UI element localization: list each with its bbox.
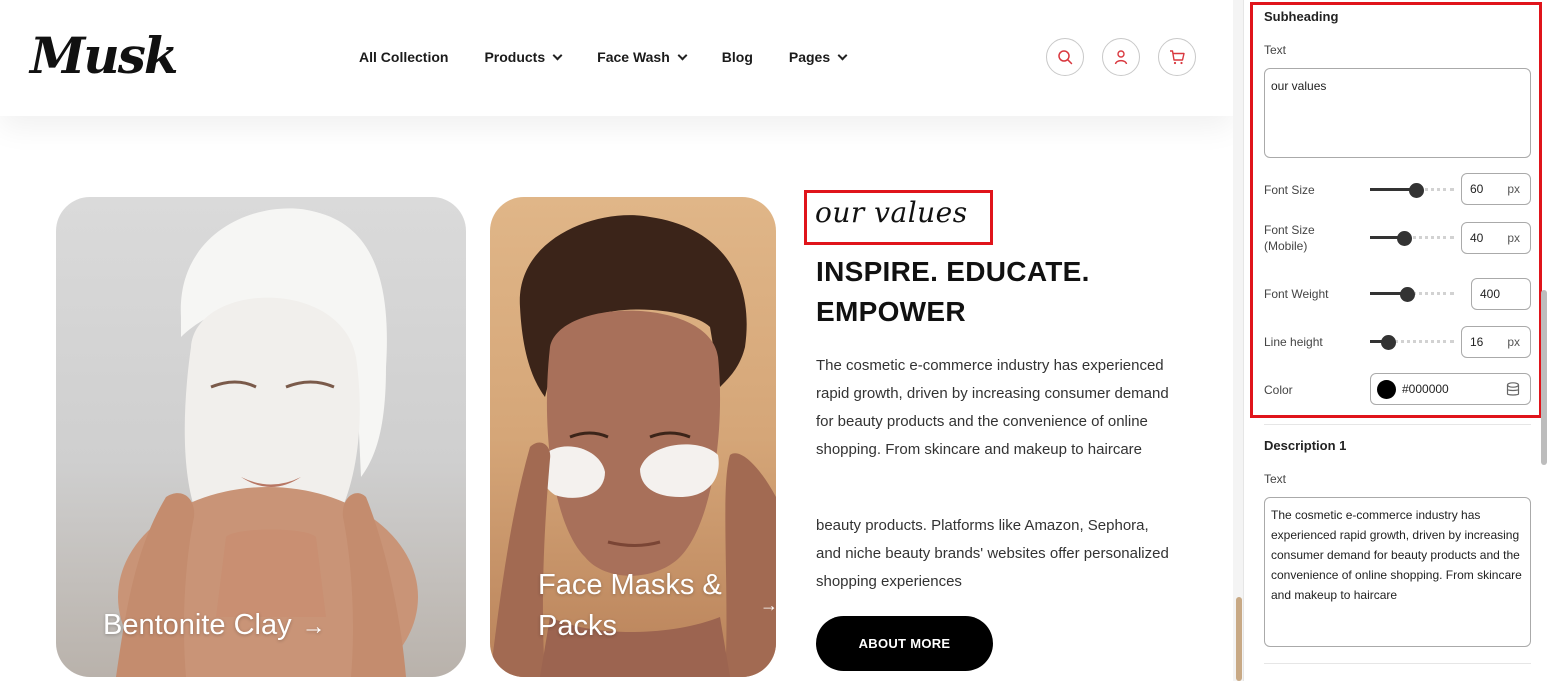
nav-pages[interactable]: Pages [788, 49, 848, 65]
nav-label: Blog [721, 49, 753, 65]
unit-label: px [1507, 182, 1520, 196]
main-nav: All Collection Products Face Wash Blog P… [359, 49, 882, 65]
subheading-text-field[interactable]: our values [1264, 68, 1531, 158]
about-more-button[interactable]: ABOUT MORE [816, 616, 993, 671]
line-height-label: Line height [1264, 335, 1323, 349]
nav-label: All Collection [359, 49, 449, 65]
search-button[interactable] [1046, 38, 1084, 76]
font-weight-label: Font Weight [1264, 287, 1329, 301]
card-title[interactable]: Bentonite Clay → [103, 605, 326, 647]
line-height-value: 16 [1470, 335, 1484, 349]
color-picker-field[interactable]: #000000 [1370, 373, 1531, 405]
nav-label: Face Wash [597, 49, 670, 65]
header-actions [1046, 38, 1214, 76]
font-weight-input[interactable]: 400 [1471, 278, 1531, 310]
nav-products[interactable]: Products [484, 49, 563, 65]
arrow-right-icon: → [301, 613, 326, 640]
unit-label: px [1507, 231, 1520, 245]
card-title-text: Bentonite Clay [103, 609, 292, 641]
font-size-label: Font Size [1264, 183, 1315, 197]
description-text-field[interactable]: The cosmetic e-commerce industry has exp… [1264, 497, 1531, 647]
font-weight-value: 400 [1480, 287, 1501, 301]
unit-label: px [1507, 335, 1520, 349]
subheading-settings-title: Subheading [1264, 9, 1339, 24]
section-heading[interactable]: INSPIRE. EDUCATE. EMPOWER [816, 252, 1156, 332]
nav-blog[interactable]: Blog [722, 49, 753, 65]
slider-knob[interactable] [1409, 183, 1424, 198]
panel-scrollbar[interactable] [1541, 290, 1547, 465]
nav-all-collection[interactable]: All Collection [359, 49, 448, 65]
font-size-input[interactable]: 60 px [1461, 173, 1531, 205]
database-icon[interactable] [1506, 382, 1520, 397]
collection-card-bentonite-clay[interactable]: Bentonite Clay → [56, 197, 466, 677]
arrow-right-icon[interactable]: → [760, 595, 776, 616]
collection-card-face-masks[interactable]: Face Masks & Packs → [490, 197, 776, 677]
nav-label: Pages [788, 49, 831, 65]
slider-knob[interactable] [1381, 335, 1396, 350]
card-title[interactable]: Face Masks & Packs [538, 565, 768, 647]
font-size-value: 60 [1470, 182, 1484, 196]
text-label: Text [1264, 472, 1287, 486]
section-divider [1264, 424, 1531, 425]
description-settings-title: Description 1 [1264, 438, 1347, 453]
nav-face-wash[interactable]: Face Wash [597, 49, 688, 65]
chevron-down-icon [837, 50, 848, 60]
site-header: Musk All Collection Products Face Wash B… [0, 0, 1233, 116]
user-icon [1114, 50, 1128, 65]
account-button[interactable] [1102, 38, 1140, 76]
preview-scroll-thumb[interactable] [1236, 597, 1242, 681]
preview-scrollbar[interactable] [1233, 0, 1243, 681]
section-divider [1264, 663, 1531, 664]
search-icon [1058, 50, 1073, 65]
color-label: Color [1264, 383, 1293, 397]
section-subheading[interactable]: our values [815, 196, 968, 229]
line-height-input[interactable]: 16 px [1461, 326, 1531, 358]
chevron-down-icon [552, 50, 563, 60]
section-description-1: The cosmetic e-commerce industry has exp… [816, 357, 1169, 458]
slider-knob[interactable] [1400, 287, 1415, 302]
chevron-down-icon [677, 50, 688, 60]
font-size-mobile-slider[interactable] [1370, 231, 1454, 246]
text-label: Text [1264, 43, 1287, 57]
font-size-mobile-input[interactable]: 40 px [1461, 222, 1531, 254]
brand-logo[interactable]: Musk [30, 26, 178, 85]
nav-label: Products [484, 49, 546, 65]
color-swatch[interactable] [1377, 379, 1396, 399]
font-size-mobile-label: Font Size (Mobile) [1264, 223, 1315, 253]
font-weight-slider[interactable] [1370, 287, 1454, 302]
store-preview: Musk All Collection Products Face Wash B… [0, 0, 1233, 681]
slider-knob[interactable] [1397, 231, 1412, 246]
font-size-slider[interactable] [1370, 183, 1454, 198]
section-description-2: beauty products. Platforms like Amazon, … [816, 517, 1169, 590]
color-hex-value: #000000 [1402, 382, 1449, 396]
cart-icon [1170, 50, 1185, 65]
font-size-mobile-value: 40 [1470, 231, 1484, 245]
cart-button[interactable] [1158, 38, 1196, 76]
line-height-slider[interactable] [1370, 335, 1454, 350]
